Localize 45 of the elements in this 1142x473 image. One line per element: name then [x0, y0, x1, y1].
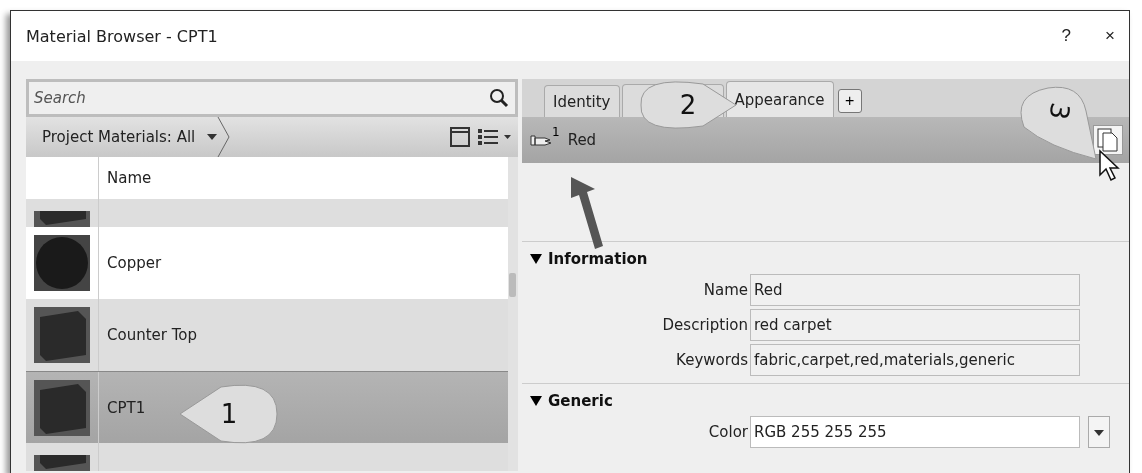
material-thumbnail: [34, 307, 90, 363]
field-label: Name: [702, 280, 749, 299]
material-row[interactable]: [26, 199, 508, 227]
dropdown-caret-icon: [1094, 430, 1104, 436]
close-button[interactable]: ×: [1105, 26, 1115, 46]
search-input[interactable]: Search: [32, 88, 489, 108]
library-dropdown[interactable]: Project Materials: All: [42, 128, 218, 146]
scrollbar[interactable]: [508, 157, 518, 471]
material-row[interactable]: [26, 443, 508, 471]
dropdown-button[interactable]: [1088, 415, 1110, 448]
search-field[interactable]: Search: [26, 79, 518, 117]
field-label: Color: [707, 422, 749, 441]
section-header[interactable]: Information: [522, 242, 656, 272]
section-header[interactable]: Generic: [522, 384, 621, 414]
material-thumbnail: [34, 211, 90, 227]
material-row[interactable]: Counter Top: [26, 299, 508, 371]
field-label: Description: [661, 315, 749, 334]
dropdown-caret-icon: [207, 134, 218, 140]
panel-view-icon[interactable]: [450, 127, 470, 147]
text-field[interactable]: Red: [750, 273, 1080, 306]
breadcrumb-chevron-icon: [217, 117, 232, 157]
material-thumbnail: [34, 379, 90, 436]
list-view-icon[interactable]: [478, 127, 512, 147]
field-label: Keywords: [675, 350, 749, 369]
expanded-triangle-icon: [530, 254, 542, 264]
window-title: Material Browser - CPT1: [26, 26, 219, 46]
callout-bubble: 1: [179, 384, 279, 444]
add-tab-button[interactable]: +: [837, 89, 862, 113]
tab[interactable]: Appearance: [725, 81, 834, 117]
material-name: Copper: [106, 253, 162, 274]
column-header[interactable]: Name: [99, 157, 152, 199]
duplicate-asset-button[interactable]: [1093, 125, 1123, 155]
text-field[interactable]: red carpet: [750, 308, 1080, 341]
help-button[interactable]: ?: [1061, 26, 1072, 46]
material-thumbnail: [34, 235, 90, 291]
hand-icon: [530, 133, 552, 147]
material-name: CPT1: [106, 397, 146, 419]
expanded-triangle-icon: [530, 396, 542, 406]
text-field[interactable]: RGB 255 255 255: [750, 415, 1080, 448]
tab[interactable]: Identity: [544, 85, 620, 117]
user-count: 1: [552, 125, 560, 139]
material-name: Counter Top: [106, 325, 198, 346]
asset-name: Red: [567, 131, 597, 149]
search-icon: [489, 88, 509, 108]
text-field[interactable]: fabric,carpet,red,materials,generic: [750, 343, 1080, 376]
